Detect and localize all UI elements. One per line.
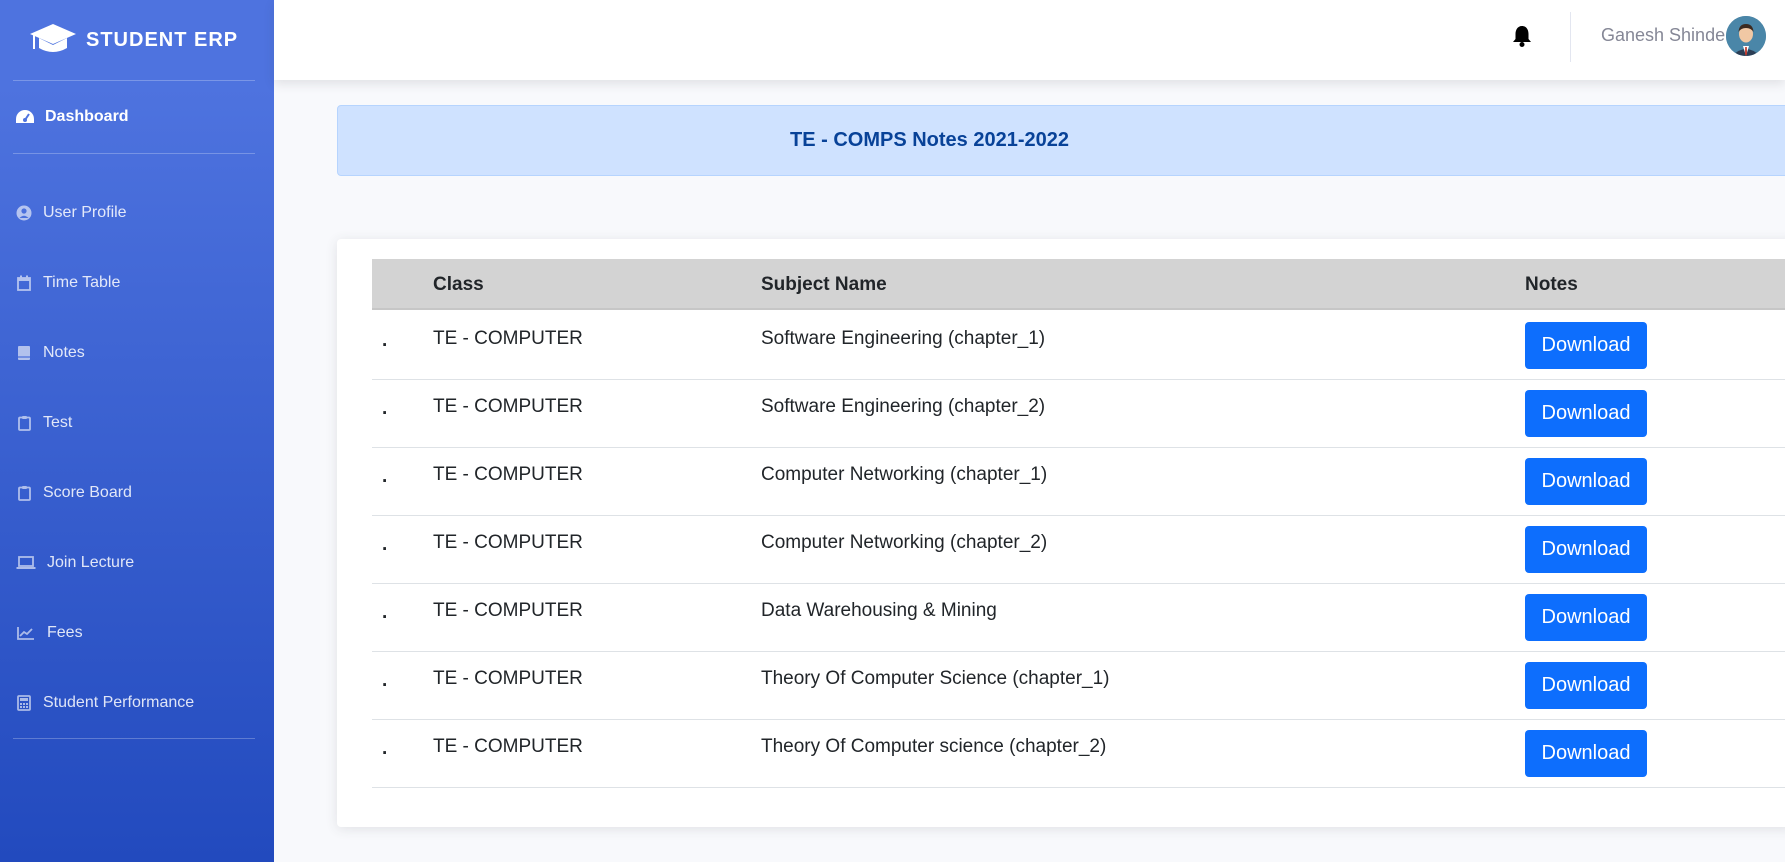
table-row: . TE - COMPUTER Theory Of Computer scien…: [372, 720, 1785, 788]
sidebar-item-notes[interactable]: Notes: [0, 318, 274, 388]
sidebar-item-label: Test: [43, 414, 73, 431]
table-row: . TE - COMPUTER Data Warehousing & Minin…: [372, 584, 1785, 652]
calculator-icon: [15, 694, 33, 712]
table-row: . TE - COMPUTER Software Engineering (ch…: [372, 380, 1785, 448]
page-banner: TE - COMPS Notes 2021-2022: [337, 105, 1785, 176]
brand[interactable]: STUDENT ERP: [0, 0, 274, 80]
row-index: .: [382, 738, 388, 759]
column-header-notes: Notes: [1525, 274, 1578, 295]
download-button[interactable]: Download: [1525, 594, 1647, 641]
clipboard-icon: [15, 414, 33, 432]
row-index: .: [382, 602, 388, 623]
sidebar-item-test[interactable]: Test: [0, 388, 274, 458]
download-button[interactable]: Download: [1525, 322, 1647, 369]
sidebar-item-label: Time Table: [43, 274, 121, 291]
row-class: TE - COMPUTER: [433, 328, 583, 349]
sidebar: STUDENT ERP Dashboard User Profile Time …: [0, 0, 274, 862]
row-class: TE - COMPUTER: [433, 396, 583, 417]
row-index: .: [382, 398, 388, 419]
sidebar-item-label: User Profile: [43, 204, 127, 221]
tachometer-icon: [16, 110, 34, 123]
row-subject: Theory Of Computer Science (chapter_1): [761, 668, 1110, 689]
chart-line-icon: [15, 624, 37, 642]
table-row: . TE - COMPUTER Computer Networking (cha…: [372, 516, 1785, 584]
table-row: . TE - COMPUTER Computer Networking (cha…: [372, 448, 1785, 516]
sidebar-item-label: Student Performance: [43, 694, 195, 711]
row-subject: Computer Networking (chapter_2): [761, 532, 1048, 553]
row-class: TE - COMPUTER: [433, 532, 583, 553]
sidebar-item-label: Join Lecture: [47, 554, 135, 571]
row-index: .: [382, 466, 388, 487]
row-index: .: [382, 330, 388, 351]
brand-title: STUDENT ERP: [86, 28, 239, 51]
download-button[interactable]: Download: [1525, 390, 1647, 437]
row-index: .: [382, 670, 388, 691]
download-button[interactable]: Download: [1525, 662, 1647, 709]
row-class: TE - COMPUTER: [433, 668, 583, 689]
sidebar-item-time-table[interactable]: Time Table: [0, 248, 274, 318]
sidebar-item-score-board[interactable]: Score Board: [0, 458, 274, 528]
bell-icon[interactable]: [1511, 24, 1533, 48]
sidebar-item-join-lecture[interactable]: Join Lecture: [0, 528, 274, 598]
sidebar-item-fees[interactable]: Fees: [0, 598, 274, 668]
row-class: TE - COMPUTER: [433, 464, 583, 485]
calendar-icon: [15, 274, 33, 292]
row-subject: Software Engineering (chapter_2): [761, 396, 1046, 417]
laptop-icon: [15, 554, 37, 572]
download-button[interactable]: Download: [1525, 526, 1647, 573]
column-header-subject: Subject Name: [761, 274, 887, 295]
page-title: TE - COMPS Notes 2021-2022: [790, 129, 1069, 151]
table-row: . TE - COMPUTER Software Engineering (ch…: [372, 312, 1785, 380]
table-header: Class Subject Name Notes: [372, 259, 1785, 310]
clipboard-icon: [15, 484, 33, 502]
row-class: TE - COMPUTER: [433, 600, 583, 621]
download-button[interactable]: Download: [1525, 458, 1647, 505]
download-button[interactable]: Download: [1525, 730, 1647, 777]
user-name[interactable]: Ganesh Shinde: [1601, 25, 1725, 46]
sidebar-item-student-performance[interactable]: Student Performance: [0, 668, 274, 738]
row-subject: Computer Networking (chapter_1): [761, 464, 1048, 485]
notes-table-card: Class Subject Name Notes . TE - COMPUTER…: [337, 239, 1785, 827]
sidebar-item-dashboard[interactable]: Dashboard: [0, 81, 274, 153]
topbar: Ganesh Shinde: [274, 0, 1785, 80]
sidebar-divider: [13, 738, 255, 739]
sidebar-item-user-profile[interactable]: User Profile: [0, 178, 274, 248]
row-index: .: [382, 534, 388, 555]
row-subject: Software Engineering (chapter_1): [761, 328, 1046, 349]
sidebar-item-label: Notes: [43, 344, 85, 361]
sidebar-item-label: Score Board: [43, 484, 132, 501]
avatar[interactable]: [1726, 16, 1766, 56]
row-subject: Data Warehousing & Mining: [761, 600, 997, 621]
topbar-divider: [1570, 12, 1571, 62]
table-row: . TE - COMPUTER Theory Of Computer Scien…: [372, 652, 1785, 720]
sidebar-item-label: Fees: [47, 624, 83, 641]
row-class: TE - COMPUTER: [433, 736, 583, 757]
book-icon: [15, 344, 33, 362]
column-header-class: Class: [433, 274, 484, 295]
graduation-cap-icon: [28, 20, 78, 60]
sidebar-item-label: Dashboard: [45, 108, 129, 125]
row-subject: Theory Of Computer science (chapter_2): [761, 736, 1107, 757]
user-circle-icon: [15, 204, 33, 222]
